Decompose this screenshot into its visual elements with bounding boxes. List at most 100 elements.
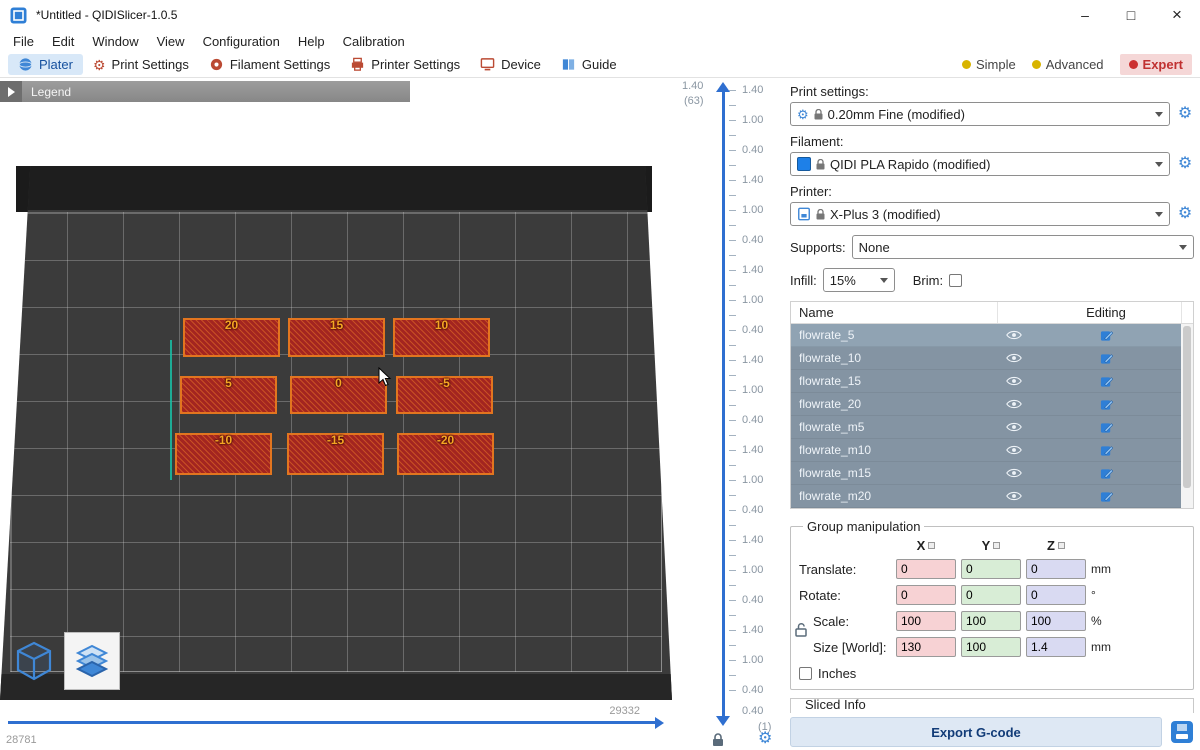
tick-mark [729, 660, 736, 661]
eye-icon[interactable] [1006, 399, 1022, 409]
menu-item-help[interactable]: Help [289, 32, 334, 51]
object-row[interactable]: flowrate_m15 [791, 462, 1181, 485]
tab-guide[interactable]: Guide [551, 54, 627, 75]
object-row[interactable]: flowrate_m20 [791, 485, 1181, 508]
object-list-scrollbar[interactable] [1181, 324, 1193, 508]
brim-checkbox[interactable] [949, 274, 962, 287]
object-row[interactable]: flowrate_5 [791, 324, 1181, 347]
menu-item-configuration[interactable]: Configuration [194, 32, 289, 51]
object-row[interactable]: flowrate_15 [791, 370, 1181, 393]
object-row[interactable]: flowrate_10 [791, 347, 1181, 370]
translate-y-input[interactable] [961, 559, 1021, 579]
print-settings-combo[interactable]: ⚙ 0.20mm Fine (modified) [790, 102, 1170, 126]
menu-item-view[interactable]: View [148, 32, 194, 51]
filament-combo[interactable]: QIDI PLA Rapido (modified) [790, 152, 1170, 176]
size-x-input[interactable] [896, 637, 956, 657]
object-row[interactable]: flowrate_m5 [791, 416, 1181, 439]
edit-icon[interactable] [1100, 490, 1113, 503]
calibration-tile[interactable]: -10 [175, 433, 272, 475]
translate-x-input[interactable] [896, 559, 956, 579]
tab-plater[interactable]: Plater [8, 54, 83, 75]
edit-icon[interactable] [1100, 467, 1113, 480]
tick-mark [729, 375, 736, 376]
edit-icon[interactable] [1100, 444, 1113, 457]
hscroll-arrow-icon[interactable] [655, 717, 664, 729]
supports-combo[interactable]: None [852, 235, 1194, 259]
tab-device[interactable]: Device [470, 54, 551, 75]
edit-icon[interactable] [1100, 352, 1113, 365]
object-row[interactable]: flowrate_20 [791, 393, 1181, 416]
printer-gear-button[interactable]: ⚙ [1176, 206, 1194, 222]
object-name: flowrate_10 [791, 351, 997, 365]
filament-gear-button[interactable]: ⚙ [1176, 156, 1194, 172]
object-name: flowrate_m20 [791, 489, 997, 503]
legend-collapse-icon[interactable] [0, 81, 22, 102]
tick-mark [729, 465, 736, 466]
export-gcode-button[interactable]: Export G-code [790, 717, 1162, 747]
eye-icon[interactable] [1006, 353, 1022, 363]
view-3d-button[interactable] [6, 632, 62, 690]
edit-icon[interactable] [1100, 398, 1113, 411]
calibration-tile[interactable]: -15 [287, 433, 384, 475]
rotate-z-input[interactable] [1026, 585, 1086, 605]
object-row[interactable]: flowrate_m10 [791, 439, 1181, 462]
edit-icon[interactable] [1100, 375, 1113, 388]
size-z-input[interactable] [1026, 637, 1086, 657]
menu-item-window[interactable]: Window [83, 32, 147, 51]
eye-icon[interactable] [1006, 376, 1022, 386]
inches-checkbox[interactable] [799, 667, 812, 680]
maximize-button[interactable]: □ [1108, 0, 1154, 30]
printer-combo[interactable]: X-Plus 3 (modified) [790, 202, 1170, 226]
print-settings-gear-button[interactable]: ⚙ [1176, 106, 1194, 122]
scale-y-input[interactable] [961, 611, 1021, 631]
calibration-tile[interactable]: 5 [180, 376, 277, 414]
legend-header[interactable]: Legend [0, 81, 410, 102]
tab-printer-settings[interactable]: Printer Settings [340, 54, 470, 75]
mode-expert[interactable]: Expert [1120, 54, 1192, 75]
menu-item-edit[interactable]: Edit [43, 32, 83, 51]
eye-icon[interactable] [1006, 445, 1022, 455]
scale-z-input[interactable] [1026, 611, 1086, 631]
layer-slider-panel: 1.40 (63) 1.401.000.401.401.000.401.401.… [672, 78, 784, 750]
object-list: flowrate_5flowrate_10flowrate_15flowrate… [791, 324, 1181, 508]
mode-simple[interactable]: Simple [962, 57, 1016, 72]
menu-item-calibration[interactable]: Calibration [334, 32, 414, 51]
send-to-printer-icon[interactable] [1170, 720, 1194, 744]
calibration-tile[interactable]: 15 [288, 318, 385, 357]
edit-icon[interactable] [1100, 329, 1113, 342]
menu-item-file[interactable]: File [4, 32, 43, 51]
tile-label: 10 [435, 319, 448, 332]
eye-icon[interactable] [1006, 330, 1022, 340]
calibration-tile[interactable]: -20 [397, 433, 494, 475]
scrollbar-thumb[interactable] [1183, 326, 1191, 488]
infill-combo[interactable]: 15% [823, 268, 895, 292]
slider-gear-icon[interactable]: ⚙ [758, 728, 772, 748]
translate-unit: mm [1091, 562, 1125, 576]
eye-icon[interactable] [1006, 491, 1022, 501]
size-y-input[interactable] [961, 637, 1021, 657]
edit-icon[interactable] [1100, 421, 1113, 434]
calibration-tile[interactable]: 0 [290, 376, 387, 414]
calibration-tile[interactable]: 20 [183, 318, 280, 357]
uniform-scale-lock-icon[interactable] [795, 622, 807, 637]
scale-x-input[interactable] [896, 611, 956, 631]
slider-lock-icon[interactable] [712, 733, 724, 747]
calibration-tile[interactable]: -5 [396, 376, 493, 414]
viewport-3d[interactable]: 2015 10 50-5 -10 -15 -20 Legend [0, 78, 672, 750]
minimize-button[interactable]: – [1062, 0, 1108, 30]
translate-z-input[interactable] [1026, 559, 1086, 579]
eye-icon[interactable] [1006, 468, 1022, 478]
rotate-y-input[interactable] [961, 585, 1021, 605]
rotate-x-input[interactable] [896, 585, 956, 605]
layer-tick-label: 1.40 [742, 83, 763, 97]
tab-filament-settings[interactable]: Filament Settings [199, 54, 340, 75]
layer-tick-label: 1.00 [742, 293, 763, 307]
object-name: flowrate_5 [791, 328, 997, 342]
horizontal-slider[interactable] [8, 721, 656, 724]
close-button[interactable]: × [1154, 0, 1200, 30]
mode-advanced[interactable]: Advanced [1032, 57, 1104, 72]
calibration-tile[interactable]: 10 [393, 318, 490, 357]
tab-print-settings[interactable]: ⚙ Print Settings [83, 54, 199, 75]
view-layers-button[interactable] [64, 632, 120, 690]
eye-icon[interactable] [1006, 422, 1022, 432]
